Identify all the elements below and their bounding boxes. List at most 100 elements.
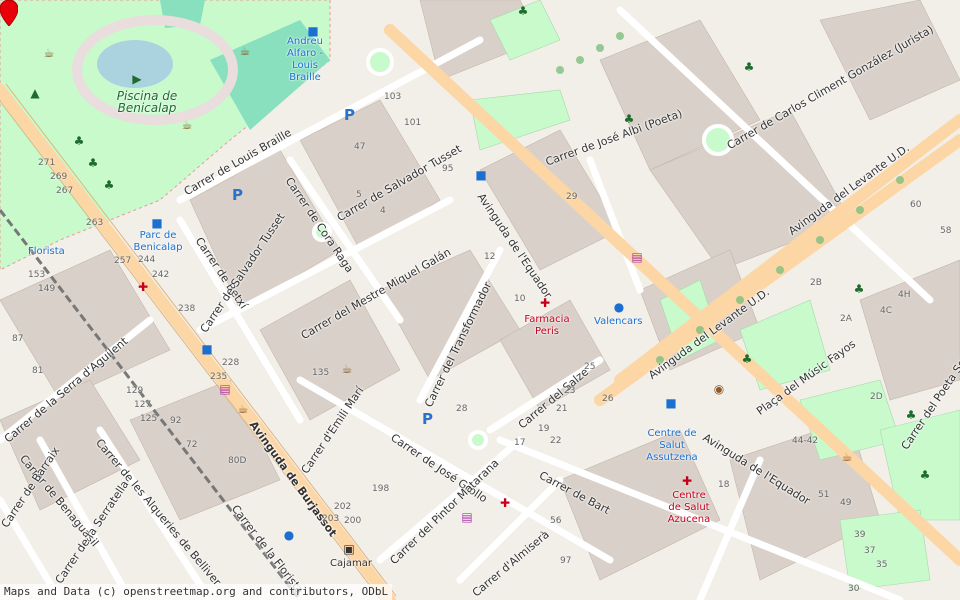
house-number: 238 (178, 304, 196, 314)
house-number: 18 (718, 480, 730, 490)
house-number: 127 (134, 400, 152, 410)
parking-icon[interactable]: P (422, 410, 433, 428)
poi-andreu-label: Andreu Alfaro - Louis Braille (286, 36, 324, 83)
house-number: 17 (514, 438, 526, 448)
tree-icon[interactable]: ♣ (852, 282, 866, 296)
shop-icon[interactable]: ▤ (460, 510, 474, 524)
house-number: 263 (86, 218, 104, 228)
house-number: 80D (228, 456, 247, 466)
house-number: 267 (56, 186, 74, 196)
picnic-icon[interactable]: ▲ (28, 86, 42, 100)
shop-icon[interactable]: ▤ (218, 382, 232, 396)
pharmacy-icon[interactable]: ✚ (136, 280, 150, 294)
map-attribution[interactable]: Maps and Data (c) openstreetmap.org and … (0, 584, 393, 600)
house-number: 25 (584, 362, 596, 372)
bus-stop-icon[interactable]: ■ (306, 24, 320, 38)
house-number: 39 (854, 530, 866, 540)
tree-icon[interactable]: ♣ (918, 468, 932, 482)
cafe-icon[interactable]: ☕ (840, 450, 854, 464)
house-number: 202 (334, 502, 352, 512)
poi-piscina-label: Piscina de Benicalap (116, 89, 178, 115)
house-number: 271 (38, 158, 56, 168)
tree-icon[interactable]: ♣ (72, 134, 86, 148)
house-number: 242 (152, 270, 170, 280)
cafe-icon[interactable]: ☕ (238, 44, 252, 58)
cafe-icon[interactable]: ☕ (180, 118, 194, 132)
house-number: 51 (818, 490, 830, 500)
bicycle-icon[interactable]: ● (282, 528, 296, 542)
house-number: 200 (344, 516, 362, 526)
house-number: 29 (566, 192, 578, 202)
house-number: 47 (354, 142, 366, 152)
house-number: 97 (560, 556, 572, 566)
shop-icon[interactable]: ▤ (630, 250, 644, 264)
house-number: 135 (312, 368, 330, 378)
house-number: 37 (864, 546, 876, 556)
poi-salut-azucena-label: Centre de Salut Azucena (667, 490, 711, 525)
house-number: 58 (940, 226, 952, 236)
poi-farmacia-label: Farmacia Peris (524, 314, 570, 337)
cafe-icon[interactable]: ☕ (42, 46, 56, 60)
bus-stop-icon[interactable]: ■ (664, 396, 678, 410)
house-number: 56 (550, 516, 562, 526)
tree-icon[interactable]: ♣ (742, 60, 756, 74)
cafe-icon[interactable]: ☕ (340, 362, 354, 376)
house-number: 44-42 (792, 436, 819, 446)
bank-icon[interactable]: ▣ (342, 542, 356, 556)
pharmacy-icon[interactable]: ✚ (538, 296, 552, 310)
tree-icon[interactable]: ♣ (904, 408, 918, 422)
house-number: 149 (38, 284, 56, 294)
swimming-icon[interactable]: ▶ (130, 72, 144, 86)
clinic-icon[interactable]: ✚ (680, 474, 694, 488)
house-number: 129 (126, 386, 144, 396)
pharmacy-icon[interactable]: ✚ (498, 496, 512, 510)
house-number: 257 (114, 256, 132, 266)
tree-icon[interactable]: ♣ (516, 4, 530, 18)
house-number: 12 (484, 252, 496, 262)
poi-salut-assutzena-label: Centre de Salut Assutzena (646, 428, 698, 463)
bus-stop-icon[interactable]: ■ (150, 216, 164, 230)
house-number: 101 (404, 118, 422, 128)
tree-icon[interactable]: ♣ (86, 156, 100, 170)
house-number: 2A (840, 314, 852, 324)
house-number: 30 (848, 584, 860, 594)
poi-cajamar-label: Cajamar (330, 558, 372, 569)
poi-florista-label: Florista (28, 246, 65, 257)
house-number: 244 (138, 255, 156, 265)
map-view[interactable]: Carrer de Louis Braille Carrer de Cora R… (0, 0, 960, 600)
house-number: 28 (456, 404, 468, 414)
community-icon[interactable]: ◉ (712, 382, 726, 396)
house-number: 5 (356, 190, 362, 200)
cafe-icon[interactable]: ☕ (236, 402, 250, 416)
bicycle-icon[interactable]: ● (612, 300, 626, 314)
house-number: 153 (28, 270, 46, 280)
poi-parc-label: Parc de Benicalap (133, 230, 183, 253)
house-number: 198 (372, 484, 390, 494)
house-number: 23 (564, 386, 576, 396)
parking-icon[interactable]: P (344, 106, 355, 124)
house-number: 35 (876, 560, 888, 570)
house-number: 228 (222, 358, 240, 368)
house-number: 72 (186, 440, 198, 450)
house-number: 2D (870, 392, 883, 402)
house-number: 60 (910, 200, 922, 210)
tree-icon[interactable]: ♣ (102, 178, 116, 192)
tree-icon[interactable]: ♣ (740, 352, 754, 366)
house-number: 203 (322, 514, 340, 524)
house-number: 10 (514, 294, 526, 304)
parking-icon[interactable]: P (232, 186, 243, 204)
bus-stop-icon[interactable]: ■ (200, 342, 214, 356)
house-number: 103 (384, 92, 402, 102)
location-marker-icon[interactable] (0, 0, 18, 26)
house-number: 22 (550, 436, 562, 446)
poi-valencars-label: Valencars (594, 316, 643, 327)
house-number: 19 (538, 424, 550, 434)
house-number: 26 (602, 394, 614, 404)
house-number: 21 (556, 404, 568, 414)
house-number: 269 (50, 172, 68, 182)
tree-icon[interactable]: ♣ (622, 112, 636, 126)
bus-stop-icon[interactable]: ■ (474, 168, 488, 182)
house-number: 49 (840, 498, 852, 508)
house-number: 95 (442, 164, 454, 174)
house-number: 235 (210, 372, 228, 382)
